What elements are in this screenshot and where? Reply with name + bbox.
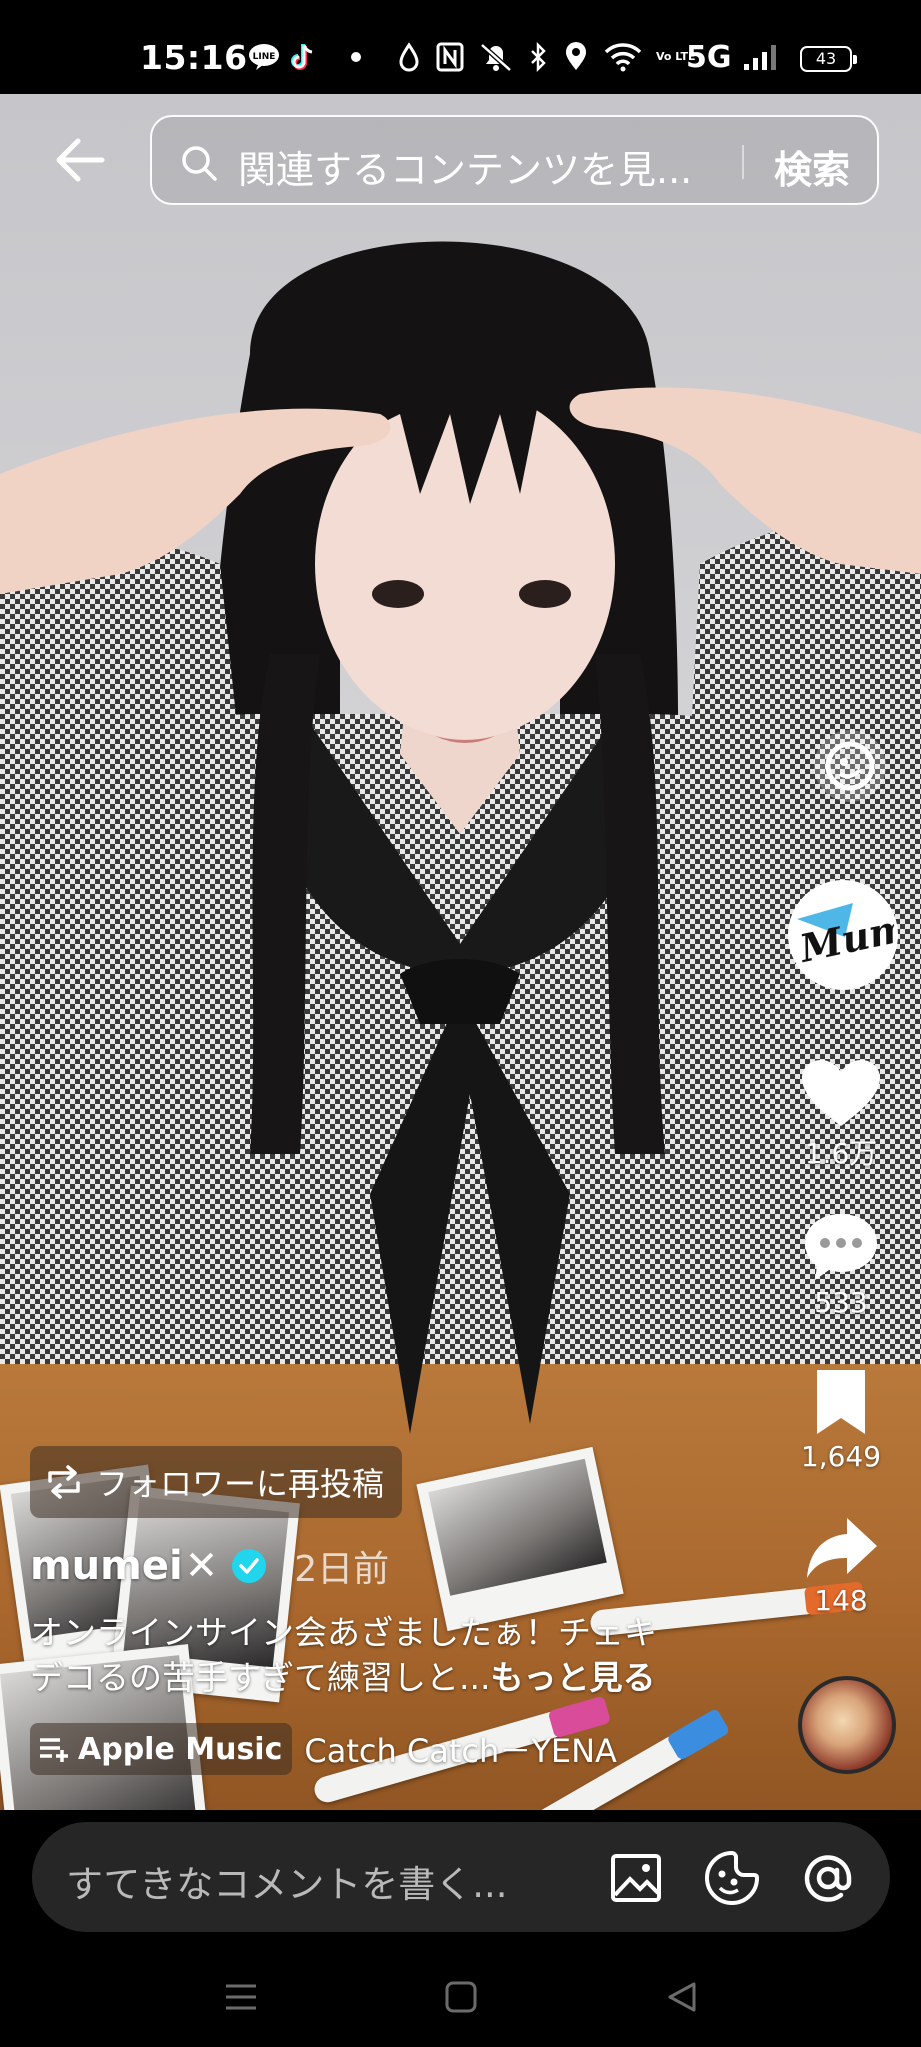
drop-icon <box>398 42 420 72</box>
song-title: Catch Catch－YENA <box>304 1732 617 1770</box>
search-divider <box>742 145 744 179</box>
save-button[interactable]: 1,649 <box>796 1368 886 1473</box>
search-button[interactable]: 検索 <box>774 139 850 194</box>
apple-music-label: Apple Music <box>78 1731 283 1767</box>
see-more-link[interactable]: もっと見る <box>490 1658 655 1697</box>
comment-bar[interactable]: すてきなコメントを書く... <box>32 1822 890 1932</box>
nav-home-button[interactable] <box>436 1972 486 2022</box>
home-square-icon <box>445 1981 477 2013</box>
nav-menu-button[interactable] <box>216 1972 266 2022</box>
caption-line-1: オンラインサイン会あざましたぁ！チェキ <box>30 1613 657 1652</box>
back-arrow-icon <box>56 138 105 182</box>
sticker-button[interactable] <box>704 1850 760 1906</box>
back-button[interactable] <box>50 130 110 190</box>
author-suffix: ✕ <box>184 1543 219 1589</box>
status-time: 15:16 <box>140 38 248 77</box>
repost-label: フォロワーに再投稿 <box>96 1465 385 1503</box>
share-button[interactable]: 148 <box>796 1516 886 1617</box>
repost-button[interactable]: フォロワーに再投稿 <box>30 1446 403 1518</box>
mute-icon <box>478 42 514 72</box>
effect-button[interactable] <box>812 728 888 804</box>
tiktok-icon <box>290 42 318 72</box>
like-button[interactable]: 1.6万 <box>796 1058 886 1172</box>
comment-input[interactable]: すてきなコメントを書く... <box>66 1854 508 1908</box>
nfc-icon <box>436 42 464 72</box>
share-arrow-icon <box>807 1518 877 1578</box>
svg-text:LINE: LINE <box>253 52 276 62</box>
battery-indicator: 43 <box>800 46 857 72</box>
search-input[interactable]: 関連するコンテンツを見... <box>238 139 692 194</box>
nav-back-button[interactable] <box>656 1972 706 2022</box>
apple-music-chip[interactable]: Apple Music <box>30 1723 293 1775</box>
line-icon: LINE <box>248 42 280 72</box>
caption-line-2: デコるの苦手すぎて練習しと... <box>30 1658 491 1697</box>
comment-icon <box>805 1214 877 1280</box>
signal-icon <box>742 42 782 72</box>
network-type: 5G <box>686 39 732 75</box>
creator-avatar[interactable]: Mumei <box>788 880 898 990</box>
verified-icon <box>232 1549 267 1583</box>
system-nav-bar <box>0 1950 921 2047</box>
search-icon <box>182 146 217 181</box>
music-row[interactable]: Apple Music Catch Catch－YENA <box>30 1723 617 1775</box>
back-triangle-icon <box>668 1982 696 2012</box>
author-row: mumei ✕ 2日前 <box>30 1540 389 1592</box>
at-mention-icon <box>804 1855 852 1902</box>
effect-icon <box>814 730 886 802</box>
location-icon <box>564 42 588 72</box>
share-count: 148 <box>814 1584 868 1617</box>
music-disc[interactable] <box>798 1676 896 1774</box>
dot-icon <box>350 42 362 72</box>
status-bar: 15:16 LINE Vo LTE 5G 43 <box>0 0 921 94</box>
wifi-icon <box>604 42 642 72</box>
repost-icon <box>48 1465 80 1499</box>
save-count: 1,649 <box>800 1440 882 1473</box>
post-date: 2日前 <box>294 1549 390 1590</box>
sticker-icon <box>705 1850 760 1905</box>
image-icon <box>611 1854 661 1902</box>
heart-icon <box>802 1060 880 1126</box>
like-count: 1.6万 <box>804 1137 878 1170</box>
comment-button[interactable]: 533 <box>796 1210 886 1319</box>
image-button[interactable] <box>608 1850 664 1906</box>
menu-icon <box>226 1984 256 2010</box>
caption[interactable]: オンラインサイン会あざましたぁ！チェキ デコるの苦手すぎて練習しと...もっと見… <box>30 1610 750 1700</box>
search-bar[interactable]: 関連するコンテンツを見... 検索 <box>150 115 879 205</box>
bookmark-icon <box>817 1370 865 1434</box>
bluetooth-icon <box>528 42 548 72</box>
playlist-add-icon <box>40 1738 68 1762</box>
author-name[interactable]: mumei <box>30 1543 183 1589</box>
mention-button[interactable] <box>800 1850 856 1906</box>
comment-count: 533 <box>814 1286 868 1319</box>
